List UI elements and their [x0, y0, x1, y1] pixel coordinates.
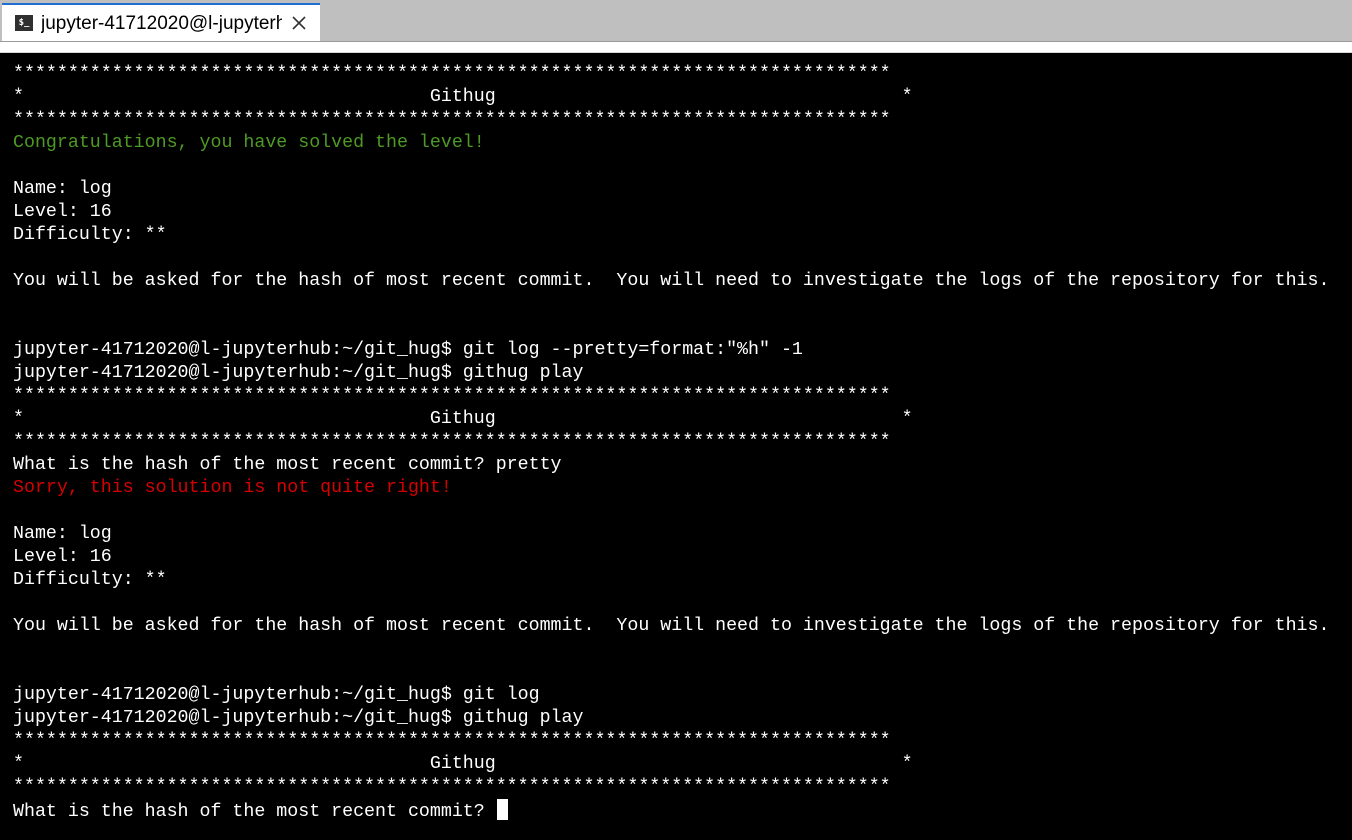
window-toolbar [0, 42, 1352, 53]
terminal-tab[interactable]: $_ jupyter-41712020@l-jupyterhub: ~/git_… [2, 3, 320, 41]
terminal-line: jupyter-41712020@l-jupyterhub:~/git_hug$… [13, 363, 584, 383]
terminal-icon: $_ [15, 15, 33, 31]
terminal-line: ****************************************… [13, 386, 891, 406]
tab-strip: $_ jupyter-41712020@l-jupyterhub: ~/git_… [0, 0, 1352, 42]
terminal-line: Difficulty: ** [13, 225, 167, 245]
terminal-line: Congratulations, you have solved the lev… [13, 133, 485, 153]
terminal-line: Difficulty: ** [13, 570, 167, 590]
terminal-line: jupyter-41712020@l-jupyterhub:~/git_hug$… [13, 708, 584, 728]
prompt-text: What is the hash of the most recent comm… [13, 802, 496, 822]
terminal-line: ****************************************… [13, 432, 891, 452]
terminal-line: ****************************************… [13, 64, 891, 84]
terminal-line: jupyter-41712020@l-jupyterhub:~/git_hug$… [13, 685, 540, 705]
terminal-line: * Githug * [13, 754, 913, 774]
terminal-line: What is the hash of the most recent comm… [13, 455, 562, 475]
terminal-line: ****************************************… [13, 777, 891, 797]
terminal-line: Level: 16 [13, 202, 112, 222]
terminal-prompt-line[interactable]: What is the hash of the most recent comm… [13, 799, 1329, 822]
terminal-output[interactable]: ****************************************… [0, 53, 1352, 840]
terminal-line: ****************************************… [13, 731, 891, 751]
terminal-line: * Githug * [13, 409, 913, 429]
terminal-line: jupyter-41712020@l-jupyterhub:~/git_hug$… [13, 340, 803, 360]
terminal-line: Level: 16 [13, 547, 112, 567]
terminal-line: You will be asked for the hash of most r… [13, 616, 1330, 636]
close-icon[interactable] [287, 11, 311, 35]
terminal-line: You will be asked for the hash of most r… [13, 271, 1330, 291]
tab-title: jupyter-41712020@l-jupyterhub: ~/git_hug [41, 13, 282, 34]
terminal-line: Name: log [13, 524, 112, 544]
terminal-line: ****************************************… [13, 110, 891, 130]
terminal-line: Sorry, this solution is not quite right! [13, 478, 452, 498]
text-cursor [496, 799, 508, 820]
terminal-line: * Githug * [13, 87, 913, 107]
terminal-lines: ****************************************… [13, 63, 1329, 822]
terminal-line: Name: log [13, 179, 112, 199]
